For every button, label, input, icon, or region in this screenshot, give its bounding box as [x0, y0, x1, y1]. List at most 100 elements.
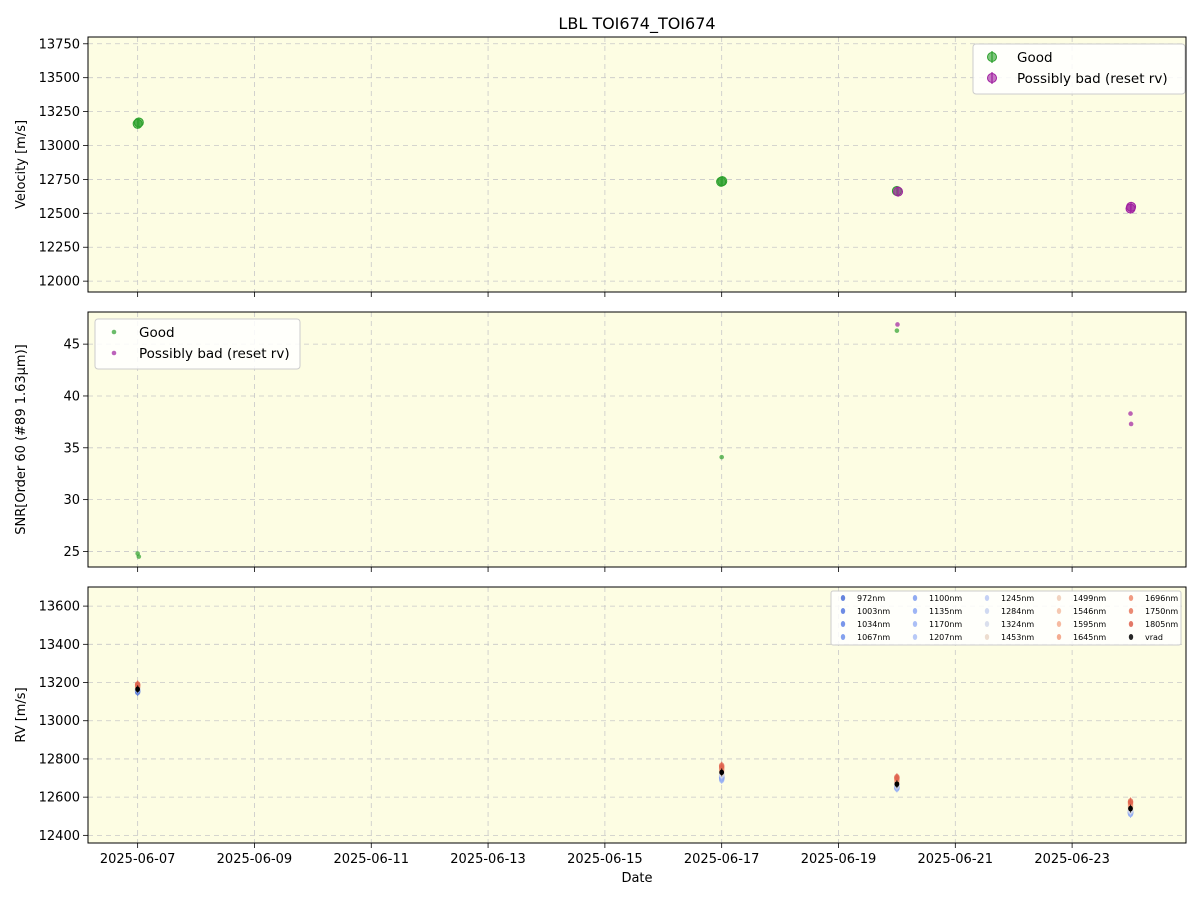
y-tick-label: 25 — [63, 545, 80, 560]
y-tick-label: 13250 — [39, 105, 80, 120]
legend-marker — [1128, 595, 1134, 601]
legend-label: 1546nm — [1073, 607, 1106, 616]
data-point — [893, 186, 904, 197]
legend: Good Possibly bad (reset rv) — [972, 43, 1186, 95]
y-tick-label: 13200 — [39, 676, 80, 691]
legend-marker — [1128, 634, 1134, 640]
y-tick-label: 12250 — [39, 241, 80, 256]
y-tick-label: 12750 — [39, 173, 80, 188]
legend-label: 1067nm — [857, 633, 890, 642]
legend-marker — [912, 621, 918, 627]
y-tick-label: 13400 — [39, 638, 80, 653]
x-tick-label: 2025-06-23 — [1034, 852, 1110, 867]
legend-marker — [912, 595, 918, 601]
legend-marker — [984, 608, 990, 614]
data-point — [1126, 201, 1137, 212]
legend-label: 1595nm — [1073, 620, 1106, 629]
legend-marker — [1056, 608, 1062, 614]
legend-label: 1170nm — [929, 620, 962, 629]
legend-label: Possibly bad (reset rv) — [1017, 71, 1168, 87]
legend-marker — [984, 634, 990, 640]
data-point — [1127, 798, 1134, 805]
y-tick-label: 13500 — [39, 71, 80, 86]
data-point — [718, 762, 725, 769]
x-tick-label: 2025-06-15 — [567, 852, 643, 867]
legend-label: 1453nm — [1001, 633, 1034, 642]
legend-marker — [840, 621, 846, 627]
y-tick-label: 13750 — [39, 37, 80, 52]
y-tick-label: 13000 — [39, 139, 80, 154]
legend-marker — [1056, 634, 1062, 640]
data-point — [894, 328, 900, 333]
y-axis-label: RV [m/s] — [14, 687, 29, 742]
legend-label: vrad — [1145, 633, 1163, 642]
y-tick-label: 40 — [63, 389, 80, 404]
legend-label: Possibly bad (reset rv) — [139, 346, 290, 362]
y-tick-label: 13600 — [39, 600, 80, 615]
legend-marker — [111, 329, 117, 335]
legend-marker — [912, 608, 918, 614]
chart-figure: LBL TOI674_TOI674 Date 12000122501250012… — [14, 14, 1187, 886]
legend-label: 1324nm — [1001, 620, 1034, 629]
panel-2: 25 30 35 40 45 SNR[Order 60 (#89 1.63μm)] Good… — [14, 311, 1187, 572]
legend-marker — [1056, 621, 1062, 627]
legend-label: 1207nm — [929, 633, 962, 642]
data-point — [1128, 411, 1133, 416]
legend-label: 972nm — [857, 594, 885, 603]
x-tick-label: 2025-06-19 — [801, 852, 877, 867]
panel-1: 12000 12250 12500 12750 13000 13250 13500 13750… — [14, 36, 1187, 297]
y-tick-label: 13000 — [39, 714, 80, 729]
y-axis-label: Velocity [m/s] — [14, 120, 29, 209]
x-tick-label: 2025-06-07 — [100, 852, 176, 867]
data-point — [1128, 805, 1133, 812]
panel-3: 2025-06-07 2025-06-09 2025-06-11 2025-06-13… — [14, 586, 1187, 867]
legend-marker — [912, 634, 918, 640]
legend-marker — [1128, 608, 1134, 614]
legend-label: 1696nm — [1145, 594, 1178, 603]
y-tick-label: 30 — [63, 493, 80, 508]
y-tick-label: 12600 — [39, 791, 80, 806]
legend-label: 1805nm — [1145, 620, 1178, 629]
y-tick-label: 12400 — [39, 829, 80, 844]
legend-marker — [987, 52, 997, 62]
legend-marker — [840, 595, 846, 601]
data-point — [719, 769, 725, 776]
legend: 972nm 1003nm 1034nm 1067nm 1100nm 1135nm 1170n… — [830, 590, 1182, 646]
data-point — [895, 322, 900, 327]
x-tick-label: 2025-06-09 — [217, 852, 293, 867]
legend-label: 1034nm — [857, 620, 890, 629]
legend-label: Good — [139, 325, 175, 341]
legend-marker — [984, 621, 990, 627]
legend-marker — [1056, 595, 1062, 601]
data-point — [717, 176, 728, 187]
legend-label: 1645nm — [1073, 633, 1106, 642]
y-tick-label: 12800 — [39, 752, 80, 767]
data-point — [894, 781, 900, 787]
legend-label: Good — [1017, 50, 1053, 66]
legend-marker — [111, 350, 117, 356]
data-point — [1128, 421, 1134, 427]
y-tick-label: 45 — [63, 338, 80, 353]
legend-marker — [1128, 621, 1134, 627]
data-point — [894, 773, 900, 781]
x-axis-label: Date — [621, 871, 652, 886]
y-axis-label: SNR[Order 60 (#89 1.63μm)] — [14, 344, 29, 535]
legend-marker — [840, 634, 846, 640]
legend-label: 1750nm — [1145, 607, 1178, 616]
legend-label: 1245nm — [1001, 594, 1034, 603]
legend-marker — [840, 608, 846, 614]
y-tick-label: 12000 — [39, 275, 80, 290]
data-point — [133, 117, 144, 128]
y-tick-label: 35 — [63, 441, 80, 456]
legend-marker — [987, 73, 997, 83]
y-tick-label: 12500 — [39, 207, 80, 222]
data-point — [136, 554, 142, 559]
x-tick-label: 2025-06-21 — [918, 852, 994, 867]
data-point — [135, 686, 141, 693]
x-tick-label: 2025-06-11 — [333, 852, 409, 867]
x-tick-label: 2025-06-17 — [684, 852, 760, 867]
legend-label: 1135nm — [929, 607, 962, 616]
legend-label: 1499nm — [1073, 594, 1106, 603]
legend-marker — [984, 595, 990, 601]
legend: Good Possibly bad (reset rv) — [94, 318, 301, 370]
